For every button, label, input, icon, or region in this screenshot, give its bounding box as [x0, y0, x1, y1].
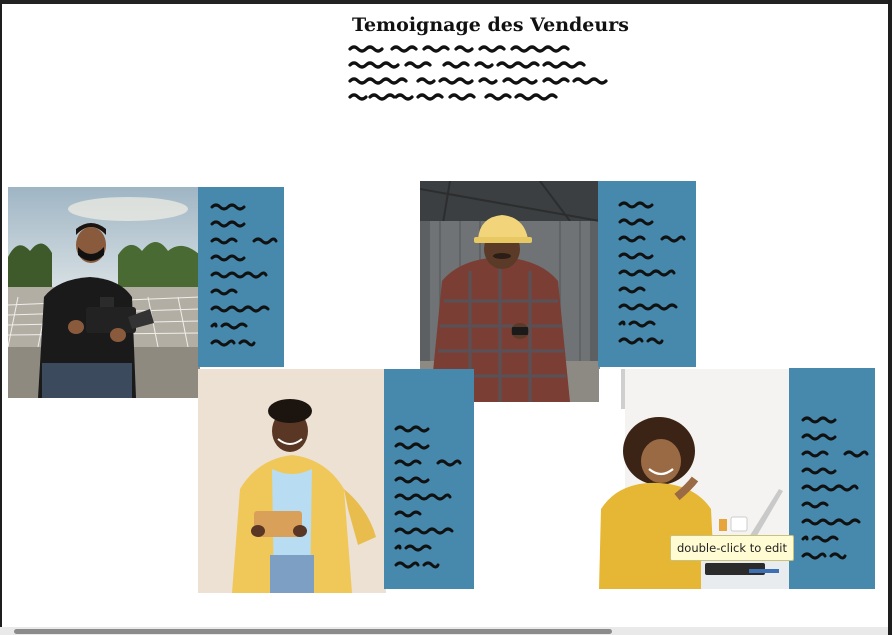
- testimonial-4-text-scribble: [801, 416, 869, 560]
- testimonial-3-text-scribble: [394, 425, 462, 569]
- page-title[interactable]: Temoignage des Vendeurs: [352, 14, 632, 36]
- man-camera-image: [8, 187, 200, 398]
- intro-text-scribble: [348, 45, 608, 101]
- intro-paragraph[interactable]: [348, 42, 618, 106]
- editor-canvas[interactable]: Temoignage des Vendeurs double-click to …: [2, 4, 888, 631]
- photo-woman-tablet[interactable]: [198, 369, 386, 593]
- edit-tooltip: double-click to edit: [670, 535, 794, 561]
- testimonial-2-text-scribble: [618, 201, 686, 345]
- testimonial-card-3[interactable]: [384, 369, 474, 589]
- testimonial-card-2[interactable]: [598, 181, 696, 367]
- woman-tablet-image: [198, 369, 386, 593]
- horizontal-scrollbar-thumb[interactable]: [14, 629, 612, 634]
- window-right-border: [888, 0, 892, 635]
- testimonial-card-1[interactable]: [198, 187, 284, 367]
- testimonial-card-4[interactable]: [789, 368, 875, 589]
- testimonial-1-text-scribble: [210, 203, 278, 347]
- photo-man-camera[interactable]: [8, 187, 200, 398]
